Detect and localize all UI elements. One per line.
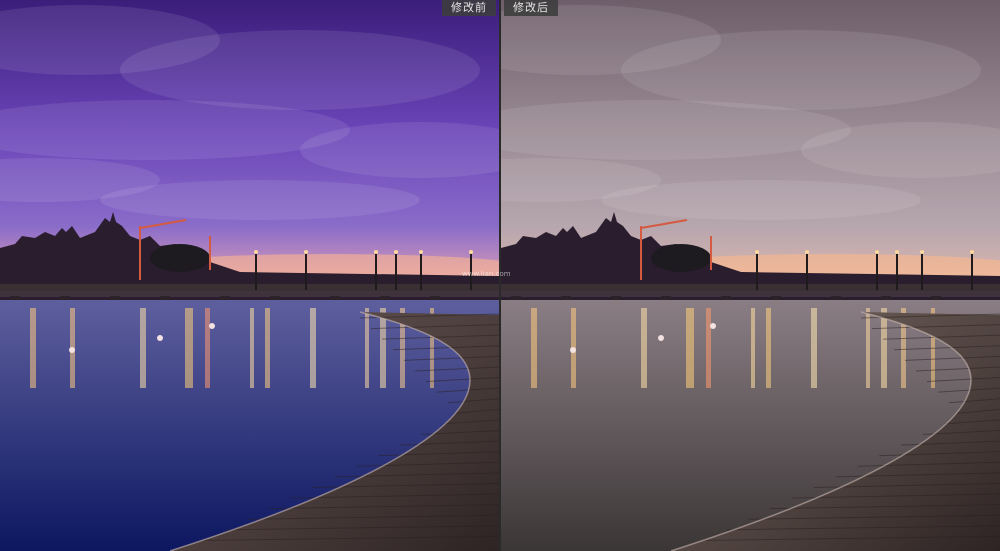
light-reflection [140,308,146,388]
light-reflection [185,308,193,388]
light-reflection [881,308,887,388]
after-photo [501,0,1000,551]
buoy [69,347,75,353]
light-reflection [686,308,694,388]
lamp-light [469,250,473,254]
light-reflection [811,308,817,388]
lamp-post [756,250,758,290]
buoy [710,323,716,329]
bridge-underside [0,291,499,297]
light-reflection [706,308,711,388]
lamp-light [254,250,258,254]
lamp-post [971,250,973,290]
lamp-post [255,250,257,290]
lamp-light [304,250,308,254]
light-reflection [30,308,36,388]
before-image-panel: 修改前 [0,0,499,551]
light-reflection [265,308,270,388]
light-reflection [531,308,537,388]
lamp-post [806,250,808,290]
buoy [209,323,215,329]
light-reflection [641,308,647,388]
light-reflection [751,308,755,388]
lamp-post [921,250,923,290]
buoy [157,335,163,341]
before-label: 修改前 [442,0,496,16]
lamp-light [920,250,924,254]
bridge-deck [0,284,499,291]
lamp-post [305,250,307,290]
after-label: 修改后 [504,0,558,16]
watermark-text: www.lian.com [462,270,511,278]
light-reflection [380,308,386,388]
lamp-light [970,250,974,254]
light-reflection [205,308,210,388]
buoy [570,347,576,353]
lamp-light [805,250,809,254]
before-photo [0,0,499,551]
light-reflection [310,308,316,388]
cloud [601,180,921,220]
light-reflection [866,308,870,388]
light-reflection [766,308,771,388]
lamp-post [420,250,422,290]
lamp-light [394,250,398,254]
bridge-deck [501,284,1000,291]
lamp-light [875,250,879,254]
tree-cluster [651,244,711,272]
lamp-light [374,250,378,254]
lamp-post [395,250,397,290]
lamp-post [876,250,878,290]
lamp-post [896,250,898,290]
cloud [621,30,981,110]
light-reflection [250,308,254,388]
after-image-panel: 修改后 [501,0,1000,551]
cloud [100,180,420,220]
cloud [120,30,480,110]
before-after-comparison: 修改前 修改后 www.lian.com [0,0,1000,551]
light-reflection [365,308,369,388]
lamp-light [419,250,423,254]
lamp-light [755,250,759,254]
bridge-underside [501,291,1000,297]
lamp-light [895,250,899,254]
buoy [658,335,664,341]
lamp-post [375,250,377,290]
tree-cluster [150,244,210,272]
